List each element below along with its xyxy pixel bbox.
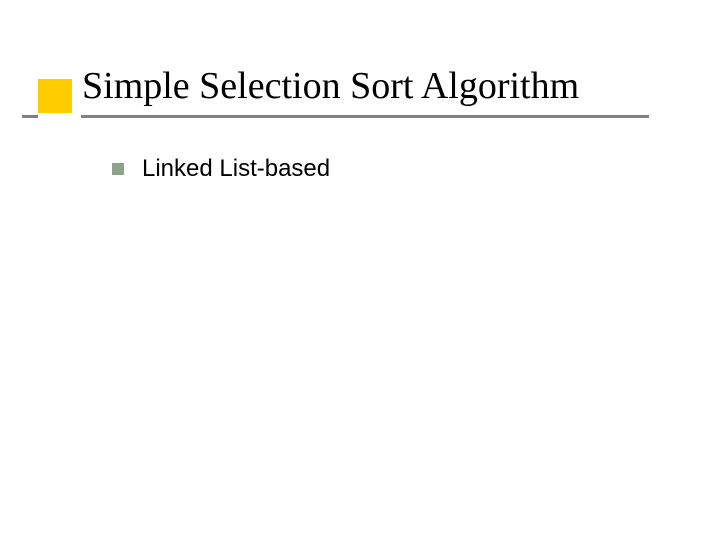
bullet-row: Linked List-based [112,155,330,183]
accent-square-icon [38,79,72,113]
slide-title: Simple Selection Sort Algorithm [82,64,579,108]
title-underline [81,115,649,118]
bullet-square-icon [112,163,124,175]
bullet-text: Linked List-based [142,155,330,183]
title-underline-left [22,115,38,118]
slide: Simple Selection Sort Algorithm Linked L… [0,0,720,540]
